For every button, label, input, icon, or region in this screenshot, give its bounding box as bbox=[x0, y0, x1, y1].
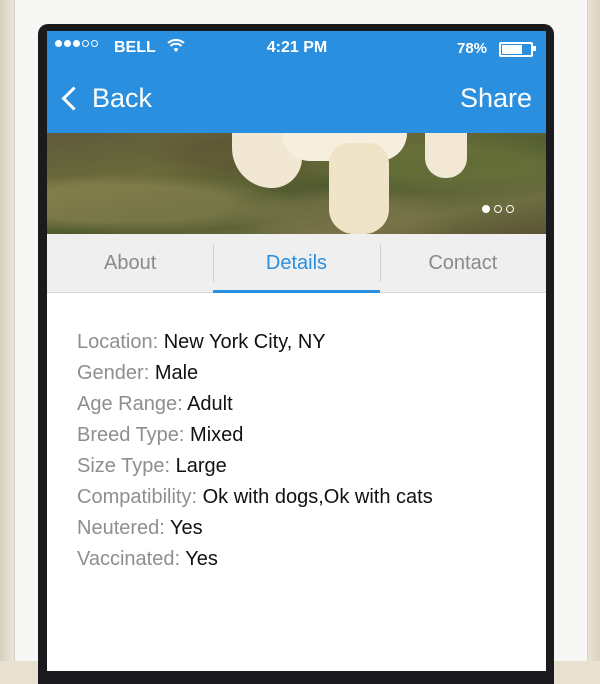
page-dot[interactable] bbox=[494, 205, 502, 213]
detail-row: Age Range: Adult bbox=[77, 389, 497, 420]
battery-tip-icon bbox=[533, 46, 536, 51]
page-dot[interactable] bbox=[506, 205, 514, 213]
detail-label: Location: bbox=[77, 331, 159, 353]
signal-strength-icon bbox=[55, 40, 98, 47]
detail-label: Age Range: bbox=[77, 393, 183, 415]
page-dot[interactable] bbox=[482, 205, 490, 213]
battery-percentage: 78% bbox=[457, 40, 488, 57]
status-time: 4:21 PM bbox=[266, 39, 328, 56]
detail-value: Ok with dogs,Ok with cats bbox=[202, 486, 433, 508]
battery-icon bbox=[499, 42, 533, 57]
photo-page-indicator[interactable] bbox=[482, 205, 514, 213]
detail-row: Compatibility: Ok with dogs,Ok with cats bbox=[77, 482, 497, 513]
detail-value: Yes bbox=[170, 517, 203, 539]
detail-row: Vaccinated: Yes bbox=[77, 544, 497, 575]
detail-row: Gender: Male bbox=[77, 358, 497, 389]
detail-row: Size Type: Large bbox=[77, 451, 497, 482]
header: BELL 4:21 PM 78% Back Share bbox=[47, 31, 546, 133]
tab-details[interactable]: Details bbox=[213, 234, 380, 293]
detail-label: Gender: bbox=[77, 362, 150, 384]
details-list: Location: New York City, NY Gender: Male A… bbox=[77, 327, 497, 575]
back-button[interactable]: Back bbox=[59, 80, 152, 116]
tab-about[interactable]: About bbox=[47, 234, 213, 292]
carrier-name: BELL bbox=[114, 39, 156, 56]
back-label: Back bbox=[92, 82, 153, 113]
pet-photo[interactable] bbox=[47, 133, 546, 234]
detail-row: Breed Type: Mixed bbox=[77, 420, 497, 451]
detail-value: Mixed bbox=[190, 424, 244, 446]
status-bar: BELL 4:21 PM 78% bbox=[47, 31, 546, 65]
detail-value: Adult bbox=[187, 393, 233, 415]
detail-label: Compatibility: bbox=[77, 486, 198, 508]
detail-row: Neutered: Yes bbox=[77, 513, 497, 544]
detail-value: Large bbox=[175, 455, 227, 477]
share-button[interactable]: Share bbox=[460, 80, 532, 116]
tab-bar: About Details Contact bbox=[47, 234, 546, 293]
chevron-left-icon bbox=[61, 85, 86, 111]
detail-row: Location: New York City, NY bbox=[77, 327, 497, 358]
wifi-icon bbox=[167, 39, 185, 58]
detail-label: Vaccinated: bbox=[77, 548, 181, 570]
detail-label: Breed Type: bbox=[77, 424, 185, 446]
detail-label: Size Type: bbox=[77, 455, 171, 477]
detail-value: Yes bbox=[185, 548, 218, 570]
detail-value: Male bbox=[154, 362, 199, 384]
detail-value: New York City, NY bbox=[163, 331, 326, 353]
navigation-bar: Back Share bbox=[47, 65, 546, 133]
app-screen: BELL 4:21 PM 78% Back Share About Detail… bbox=[47, 31, 546, 671]
tab-contact[interactable]: Contact bbox=[379, 234, 546, 292]
battery-level bbox=[502, 45, 522, 54]
detail-label: Neutered: bbox=[77, 517, 165, 539]
